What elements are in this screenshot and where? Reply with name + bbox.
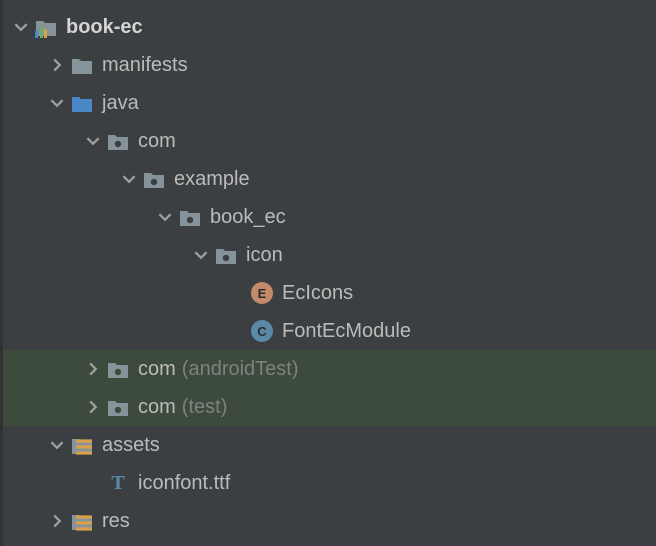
tree-row-fontecmodule[interactable]: C FontEcModule bbox=[0, 312, 656, 350]
package-icon bbox=[214, 243, 238, 267]
tree-row-ecicons[interactable]: E EcIcons bbox=[0, 274, 656, 312]
tree-label-fontecmodule: FontEcModule bbox=[282, 320, 411, 343]
java-class-icon: C bbox=[250, 319, 274, 343]
package-icon bbox=[106, 357, 130, 381]
java-folder-icon bbox=[70, 91, 94, 115]
tree-row-java[interactable]: java bbox=[0, 84, 656, 122]
tree-row-assets[interactable]: assets bbox=[0, 426, 656, 464]
tree-row-iconfont[interactable]: T iconfont.ttf bbox=[0, 464, 656, 502]
chevron-down-icon bbox=[116, 172, 142, 186]
tree-row-icon[interactable]: icon bbox=[0, 236, 656, 274]
chevron-right-icon bbox=[80, 362, 106, 376]
tree-row-root[interactable]: book-ec bbox=[0, 8, 656, 46]
tree-row-com-test[interactable]: com (test) bbox=[0, 388, 656, 426]
font-file-icon: T bbox=[106, 471, 130, 495]
package-icon bbox=[106, 129, 130, 153]
module-icon bbox=[34, 15, 58, 39]
package-icon bbox=[178, 205, 202, 229]
tree-label-bookec: book_ec bbox=[210, 206, 286, 229]
tree-label-root: book-ec bbox=[66, 16, 143, 39]
chevron-right-icon bbox=[44, 58, 70, 72]
res-folder-icon bbox=[70, 509, 94, 533]
folder-icon bbox=[70, 53, 94, 77]
tree-label-com-at: com bbox=[138, 358, 176, 381]
tree-suffix-test: (test) bbox=[182, 396, 228, 419]
package-icon bbox=[106, 395, 130, 419]
chevron-down-icon bbox=[44, 438, 70, 452]
tree-label-icon: icon bbox=[246, 244, 283, 267]
chevron-down-icon bbox=[8, 20, 34, 34]
chevron-down-icon bbox=[80, 134, 106, 148]
chevron-right-icon bbox=[80, 400, 106, 414]
tree-label-com: com bbox=[138, 130, 176, 153]
tree-label-iconfont: iconfont.ttf bbox=[138, 472, 230, 495]
assets-folder-icon bbox=[70, 433, 94, 457]
chevron-down-icon bbox=[152, 210, 178, 224]
tree-row-bookec[interactable]: book_ec bbox=[0, 198, 656, 236]
chevron-down-icon bbox=[188, 248, 214, 262]
tree-row-manifests[interactable]: manifests bbox=[0, 46, 656, 84]
tree-label-java: java bbox=[102, 92, 139, 115]
tree-label-ecicons: EcIcons bbox=[282, 282, 353, 305]
tree-label-example: example bbox=[174, 168, 250, 191]
chevron-right-icon bbox=[44, 514, 70, 528]
package-icon bbox=[142, 167, 166, 191]
tree-label-assets: assets bbox=[102, 434, 160, 457]
tree-label-manifests: manifests bbox=[102, 54, 188, 77]
tree-label-res: res bbox=[102, 510, 130, 533]
tree-label-com-t: com bbox=[138, 396, 176, 419]
chevron-down-icon bbox=[44, 96, 70, 110]
tree-row-com[interactable]: com bbox=[0, 122, 656, 160]
tree-row-example[interactable]: example bbox=[0, 160, 656, 198]
tree-row-com-androidtest[interactable]: com (androidTest) bbox=[0, 350, 656, 388]
tree-row-res[interactable]: res bbox=[0, 502, 656, 540]
enum-class-icon: E bbox=[250, 281, 274, 305]
tree-suffix-androidtest: (androidTest) bbox=[182, 358, 299, 381]
